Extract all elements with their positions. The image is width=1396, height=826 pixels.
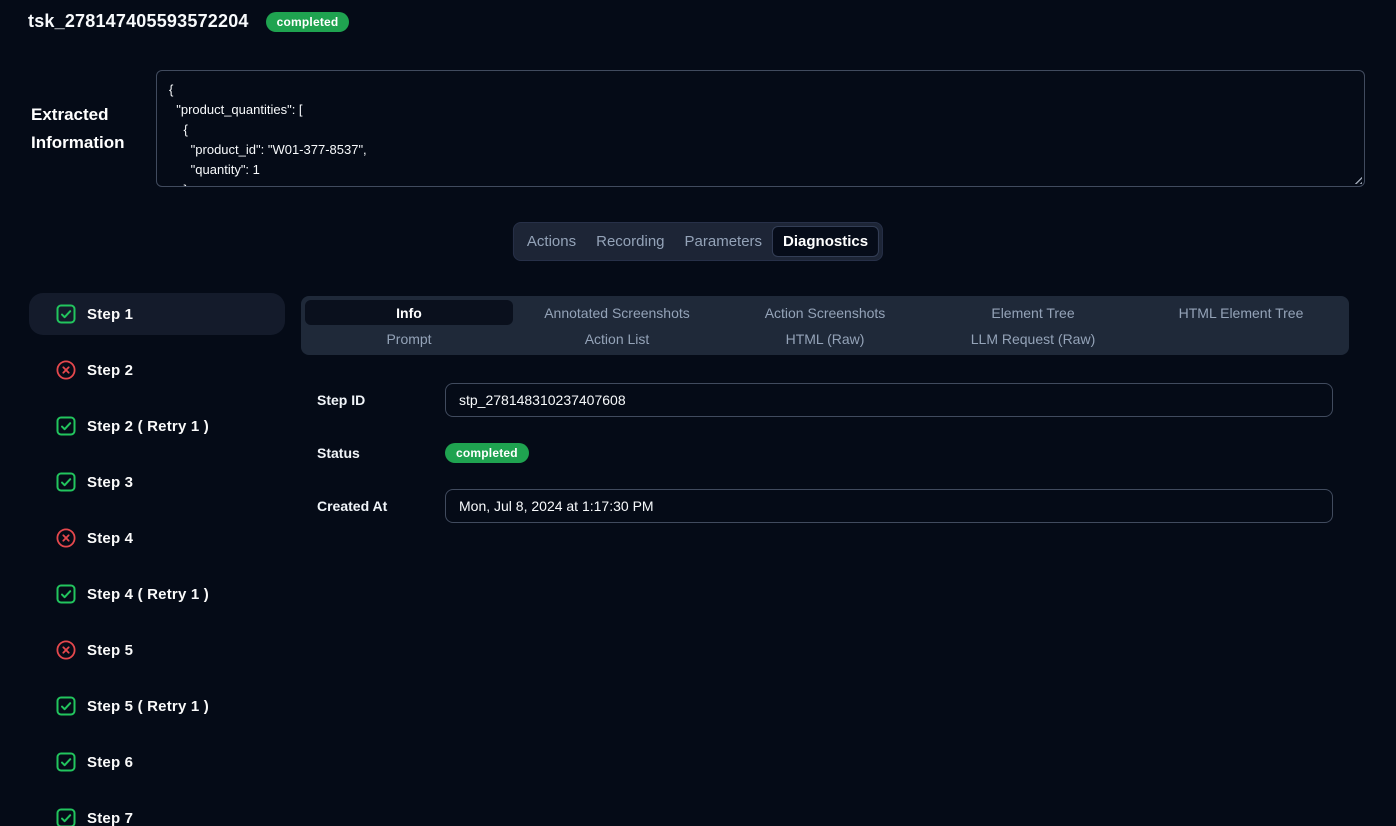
diagnostics-subtabs: Info Annotated Screenshots Action Screen… (301, 296, 1349, 355)
step-label: Step 5 ( Retry 1 ) (87, 698, 209, 715)
created-at-label: Created At (317, 498, 445, 514)
success-check-icon (56, 752, 76, 772)
subtab-html-raw[interactable]: HTML (Raw) (721, 326, 929, 351)
step-label: Step 5 (87, 642, 133, 659)
subtab-action-screenshots[interactable]: Action Screenshots (721, 300, 929, 325)
success-check-icon (56, 808, 76, 826)
step-id-input[interactable] (445, 383, 1333, 417)
step-item-3[interactable]: Step 3 (29, 461, 285, 503)
task-id: tsk_278147405593572204 (28, 11, 249, 32)
step-item-5-retry-1[interactable]: Step 5 ( Retry 1 ) (29, 685, 285, 727)
step-item-1[interactable]: Step 1 (29, 293, 285, 335)
step-label: Step 3 (87, 474, 133, 491)
status-label: Status (317, 445, 445, 461)
steps-sidebar: Step 1 Step 2 Step 2 ( Retry 1 ) Step 3 … (29, 293, 285, 826)
step-id-label: Step ID (317, 392, 445, 408)
status-row: Status completed (317, 436, 1333, 470)
tab-actions[interactable]: Actions (517, 226, 586, 257)
step-item-4-retry-1[interactable]: Step 4 ( Retry 1 ) (29, 573, 285, 615)
tab-diagnostics[interactable]: Diagnostics (772, 226, 879, 257)
subtab-action-list[interactable]: Action List (513, 326, 721, 351)
subtab-info[interactable]: Info (305, 300, 513, 325)
step-item-5[interactable]: Step 5 (29, 629, 285, 671)
created-at-row: Created At (317, 489, 1333, 523)
step-info-fields: Step ID Status completed Created At (301, 383, 1349, 523)
subtab-prompt[interactable]: Prompt (305, 326, 513, 351)
main-tabs: Actions Recording Parameters Diagnostics (513, 222, 883, 261)
subtab-element-tree[interactable]: Element Tree (929, 300, 1137, 325)
task-header: tsk_278147405593572204 completed (28, 11, 349, 32)
step-label: Step 1 (87, 306, 133, 323)
success-check-icon (56, 696, 76, 716)
tab-recording[interactable]: Recording (586, 226, 674, 257)
step-label: Step 4 (87, 530, 133, 547)
step-label: Step 4 ( Retry 1 ) (87, 586, 209, 603)
step-item-7[interactable]: Step 7 (29, 797, 285, 826)
task-status-badge: completed (266, 12, 350, 32)
subtab-html-element-tree[interactable]: HTML Element Tree (1137, 300, 1345, 325)
step-label: Step 2 ( Retry 1 ) (87, 418, 209, 435)
step-item-4[interactable]: Step 4 (29, 517, 285, 559)
subtab-llm-request-raw[interactable]: LLM Request (Raw) (929, 326, 1137, 351)
success-check-icon (56, 304, 76, 324)
extracted-info-label: Extracted Information (31, 101, 153, 157)
success-check-icon (56, 416, 76, 436)
step-item-6[interactable]: Step 6 (29, 741, 285, 783)
step-item-2-retry-1[interactable]: Step 2 ( Retry 1 ) (29, 405, 285, 447)
step-id-row: Step ID (317, 383, 1333, 417)
step-status-badge: completed (445, 443, 529, 463)
failure-x-icon (56, 640, 76, 660)
step-label: Step 7 (87, 810, 133, 826)
created-at-input[interactable] (445, 489, 1333, 523)
step-item-2[interactable]: Step 2 (29, 349, 285, 391)
success-check-icon (56, 584, 76, 604)
step-label: Step 6 (87, 754, 133, 771)
extracted-info-editor: { "product_quantities": [ { "product_id"… (156, 70, 1365, 187)
tab-parameters[interactable]: Parameters (675, 226, 773, 257)
success-check-icon (56, 472, 76, 492)
step-label: Step 2 (87, 362, 133, 379)
failure-x-icon (56, 528, 76, 548)
extracted-info-textarea[interactable]: { "product_quantities": [ { "product_id"… (156, 70, 1365, 187)
subtab-annotated-screenshots[interactable]: Annotated Screenshots (513, 300, 721, 325)
failure-x-icon (56, 360, 76, 380)
diagnostics-panel: Info Annotated Screenshots Action Screen… (301, 296, 1349, 542)
